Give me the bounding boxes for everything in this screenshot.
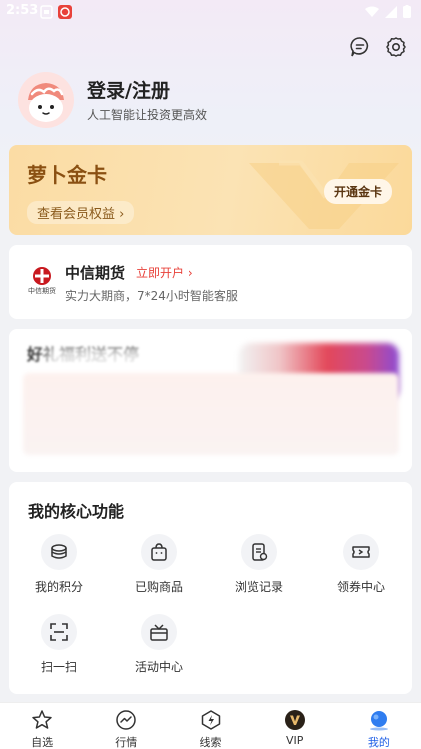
citic-logo-text: 中信期货 <box>28 287 56 295</box>
feature-browse-history[interactable]: 浏览记录 <box>219 534 299 595</box>
radish-mascot-icon <box>18 72 74 128</box>
app-notification-icon <box>58 4 72 19</box>
citic-logo: 中信期货 <box>25 265 59 301</box>
bottom-tab-bar: 自选 行情 线索 VIP 我的 <box>0 702 421 749</box>
status-icons <box>365 3 411 22</box>
shopping-bag-icon <box>141 534 177 570</box>
tab-label: 自选 <box>31 736 54 749</box>
feature-label: 已购商品 <box>134 580 183 594</box>
tab-label: 行情 <box>115 736 138 749</box>
feature-scan[interactable]: 扫一扫 <box>19 614 99 675</box>
lightning-icon <box>200 709 222 731</box>
promo-content-row[interactable] <box>23 373 399 455</box>
tab-label: 线索 <box>199 736 222 749</box>
gift-box-icon <box>141 614 177 650</box>
tab-vip[interactable]: VIP <box>253 703 337 749</box>
history-document-icon <box>241 534 277 570</box>
feature-label: 领券中心 <box>336 580 385 594</box>
status-time: 2:53 <box>6 3 39 18</box>
core-features-title: 我的核心功能 <box>28 502 125 521</box>
battery-icon <box>403 3 411 22</box>
top-actions <box>349 36 407 58</box>
login-subtitle: 人工智能让投资更高效 <box>87 108 208 122</box>
signal-icon <box>385 3 397 22</box>
avatar[interactable] <box>18 72 74 128</box>
coupon-icon <box>343 534 379 570</box>
feature-label: 活动中心 <box>134 660 183 674</box>
feature-label: 浏览记录 <box>234 580 283 594</box>
gold-card-title: 萝卜金卡 <box>27 163 107 187</box>
core-features-card: 我的核心功能 我的积分 已购商品 浏览记录 领券中心 扫一扫 活动中心 <box>9 482 412 694</box>
tab-watchlist[interactable]: 自选 <box>0 703 84 749</box>
tab-market[interactable]: 行情 <box>84 703 168 749</box>
open-account-link[interactable]: 立即开户 › <box>136 264 193 281</box>
scan-icon <box>41 614 77 650</box>
message-icon[interactable] <box>349 36 371 58</box>
feature-activity-center[interactable]: 活动中心 <box>119 614 199 675</box>
sim-icon <box>40 4 54 19</box>
tab-label: VIP <box>286 734 304 747</box>
gold-membership-card[interactable]: 萝卜金卡 查看会员权益 › 开通金卡 <box>9 145 412 235</box>
tab-clues[interactable]: 线索 <box>168 703 252 749</box>
feature-label: 我的积分 <box>34 580 83 594</box>
feature-label: 扫一扫 <box>40 660 77 674</box>
settings-gear-icon[interactable] <box>385 36 407 58</box>
feature-purchased-goods[interactable]: 已购商品 <box>119 534 199 595</box>
wifi-icon <box>365 3 379 22</box>
tab-mine[interactable]: 我的 <box>337 703 421 749</box>
citic-name: 中信期货 <box>65 264 126 282</box>
profile-icon <box>368 709 390 731</box>
vip-icon <box>284 709 306 731</box>
citic-futures-card[interactable]: 中信期货 中信期货 立即开户 › 实力大期商，7*24小时智能客服 <box>9 245 412 319</box>
feature-my-points[interactable]: 我的积分 <box>19 534 99 595</box>
status-bar: 2:53 <box>0 0 421 24</box>
star-icon <box>31 709 53 731</box>
login-register-title[interactable]: 登录/注册 <box>87 76 170 103</box>
view-benefits-link[interactable]: 查看会员权益 › <box>27 201 135 224</box>
market-trend-icon <box>115 709 137 731</box>
feature-coupon-center[interactable]: 领券中心 <box>321 534 401 595</box>
coins-icon <box>41 534 77 570</box>
tab-label: 我的 <box>367 736 390 749</box>
open-gold-card-button[interactable]: 开通金卡 <box>323 179 392 204</box>
citic-description: 实力大期商，7*24小时智能客服 <box>65 289 238 303</box>
promo-card[interactable]: 好礼福利送不停 <box>9 329 412 472</box>
